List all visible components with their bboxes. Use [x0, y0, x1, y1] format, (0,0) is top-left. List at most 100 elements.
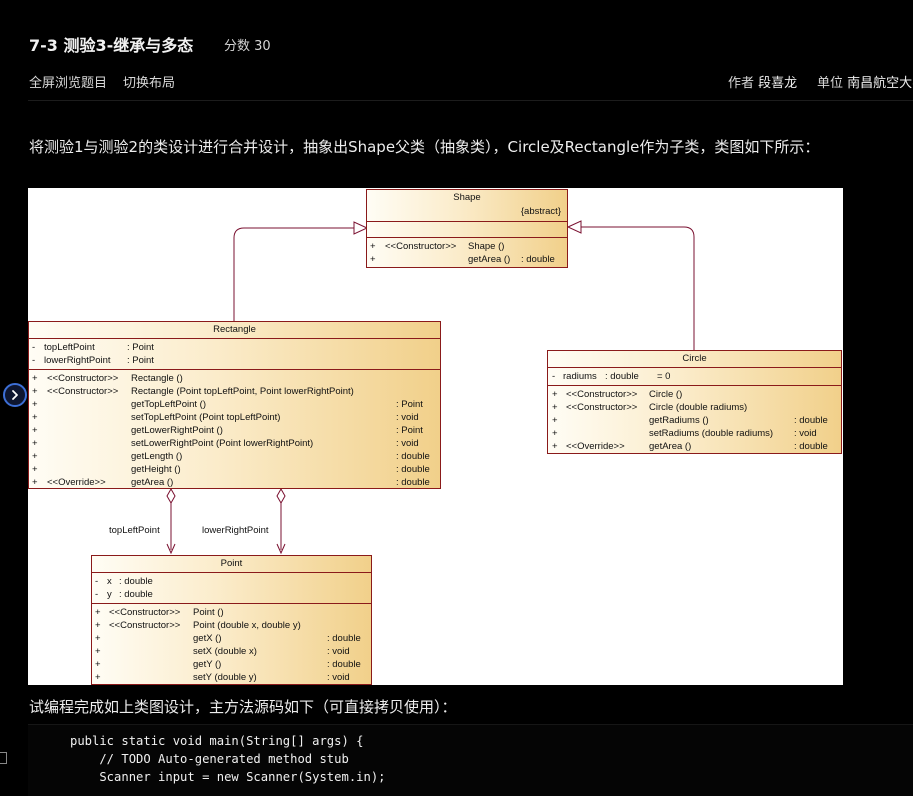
attribute-name: radiums — [563, 371, 597, 382]
method-row: + <<Constructor>> Circle () — [548, 388, 841, 401]
visibility: + — [32, 438, 38, 449]
visibility: + — [370, 241, 376, 252]
class-name: Circle — [682, 353, 707, 364]
class-methods: + <<Constructor>> Point () + <<Constructor>… — [92, 604, 371, 685]
association-label-top-left: topLeftPoint — [109, 525, 160, 536]
class-methods: + <<Constructor>> Shape () + getArea () … — [367, 238, 567, 268]
author-info: 作者 段喜龙 — [728, 72, 797, 91]
class-methods: + <<Constructor>> Rectangle () + <<Construc… — [29, 370, 440, 491]
class-attributes: -x : double -y: double — [92, 573, 371, 604]
attribute-row: - radiums: double = 0 — [548, 370, 841, 383]
problem-score: 分数 30 — [224, 39, 271, 54]
method-row: + <<Override>> getArea () : double — [29, 476, 440, 489]
visibility: - — [32, 355, 36, 366]
class-name: Shape — [453, 192, 481, 203]
visibility: + — [552, 415, 558, 426]
problem-description: 将测验1与测验2的类设计进行合并设计，抽象出Shape父类（抽象类），Circl… — [29, 138, 820, 156]
stereotype: <<Override>> — [47, 477, 106, 488]
visibility: + — [32, 386, 38, 397]
author-label: 作者 — [728, 76, 755, 91]
method-row: + setLowerRightPoint (Point lowerRightPoi… — [29, 437, 440, 450]
method-name: Circle () — [649, 389, 683, 400]
uml-class-shape: Shape {abstract} + <<Constructor>> Shape… — [366, 189, 568, 268]
method-name: setRadiums (double radiums) — [649, 428, 774, 439]
return-type: : double — [521, 254, 555, 265]
visibility: + — [95, 620, 101, 631]
return-type: : void — [396, 438, 419, 449]
return-type: : double — [327, 659, 361, 670]
attribute-name: topLeftPoint — [44, 342, 95, 353]
method-name: setTopLeftPoint (Point topLeftPoint) — [131, 412, 281, 423]
generalization-arrowhead — [566, 220, 582, 234]
visibility: + — [95, 633, 101, 644]
attribute-row: -y: double — [92, 588, 371, 601]
switch-layout-link[interactable]: 切换布局 — [123, 72, 175, 91]
visibility: + — [32, 412, 38, 423]
visibility: - — [32, 342, 36, 353]
visibility: - — [95, 589, 99, 600]
method-name: getRadiums () — [649, 415, 709, 426]
visibility: + — [32, 425, 38, 436]
method-name: setLowerRightPoint (Point lowerRightPoin… — [131, 438, 314, 449]
method-name: getArea () — [131, 477, 174, 488]
stereotype: <<Constructor>> — [109, 620, 181, 631]
code-line: // TODO Auto-generated method stub — [70, 752, 349, 766]
attribute-row: - lowerRightPoint: Point — [29, 354, 440, 367]
chevron-right-icon — [12, 390, 18, 400]
method-name: getHeight () — [131, 464, 181, 475]
visibility: + — [32, 477, 38, 488]
method-row: + setTopLeftPoint (Point topLeftPoint) : v… — [29, 411, 440, 424]
method-row: + getLowerRightPoint (): Point — [29, 424, 440, 437]
uml-class-circle: Circle - radiums: double = 0 + <<Constructo… — [547, 350, 842, 454]
method-name: Point () — [193, 607, 224, 618]
method-name: getLength () — [131, 451, 183, 462]
method-row: + <<Override>> getArea (): double — [548, 440, 841, 453]
uml-class-diagram: Shape {abstract} + <<Constructor>> Shape… — [28, 188, 843, 685]
method-row: + <<Constructor>> Rectangle () — [29, 372, 440, 385]
visibility: - — [552, 371, 556, 382]
visibility: + — [552, 428, 558, 439]
return-type: : void — [327, 646, 350, 657]
attribute-type: : double — [119, 576, 153, 587]
visibility: + — [32, 373, 38, 384]
method-row: + setY (double y): void — [92, 671, 371, 684]
return-type: : void — [794, 428, 817, 439]
unit-name: 南昌航空大学 — [847, 76, 913, 91]
method-row: + <<Constructor>> Shape () — [367, 240, 567, 253]
visibility: + — [95, 659, 101, 670]
code-line: Scanner input = new Scanner(System.in); — [70, 770, 386, 784]
stereotype: <<Constructor>> — [47, 386, 119, 397]
attribute-row: - topLeftPoint: Point — [29, 341, 440, 354]
generalization-circle-shape — [581, 226, 695, 350]
method-row: + getTopLeftPoint (): Point — [29, 398, 440, 411]
attribute-row: -x : double — [92, 575, 371, 588]
return-type: : void — [396, 412, 419, 423]
code-line: public static void main(String[] args) { — [70, 734, 364, 748]
method-name: getTopLeftPoint () — [131, 399, 206, 410]
attribute-name: x — [107, 576, 112, 587]
method-name: getArea () — [649, 441, 692, 452]
class-attributes: - radiums: double = 0 — [548, 368, 841, 386]
aggregation-diamond — [166, 487, 176, 505]
method-name: Circle (double radiums) — [649, 402, 748, 413]
return-type: : double — [396, 464, 430, 475]
attribute-name: lowerRightPoint — [44, 355, 111, 366]
visibility: - — [95, 576, 99, 587]
return-type: : double — [794, 415, 828, 426]
class-attributes: - topLeftPoint: Point - lowerRightPoint: P… — [29, 339, 440, 370]
visibility: + — [552, 441, 558, 452]
attribute-default: = 0 — [657, 371, 671, 382]
return-type: : double — [327, 633, 361, 644]
unit-label: 单位 — [817, 76, 844, 91]
return-type: : double — [396, 477, 430, 488]
method-name: Rectangle () — [131, 373, 183, 384]
fullscreen-link[interactable]: 全屏浏览题目 — [29, 72, 107, 91]
association-label-lower-right: lowerRightPoint — [202, 525, 269, 536]
method-name: Point (double x, double y) — [193, 620, 301, 631]
side-panel-toggle-button[interactable] — [3, 383, 27, 407]
panel-handle-icon[interactable] — [0, 752, 7, 764]
code-block[interactable]: public static void main(String[] args) {… — [28, 724, 913, 796]
method-name: getY () — [193, 659, 222, 670]
visibility: + — [95, 646, 101, 657]
header-divider — [28, 100, 913, 101]
